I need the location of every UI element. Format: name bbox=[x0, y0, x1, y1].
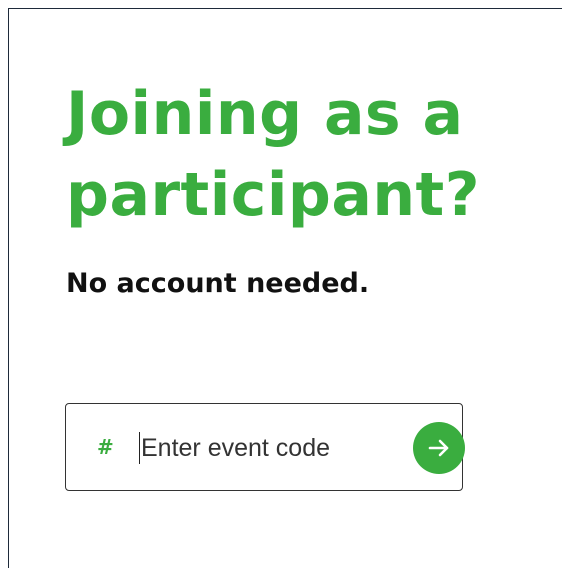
hash-icon: # bbox=[97, 435, 114, 459]
join-headline: Joining as a participant? bbox=[66, 79, 481, 230]
event-code-box[interactable]: # bbox=[65, 403, 465, 491]
arrow-right-icon bbox=[428, 439, 449, 457]
submit-code-button[interactable] bbox=[413, 422, 465, 474]
text-caret bbox=[139, 432, 140, 464]
no-account-note: No account needed. bbox=[66, 268, 370, 299]
event-code-input[interactable] bbox=[141, 430, 396, 466]
